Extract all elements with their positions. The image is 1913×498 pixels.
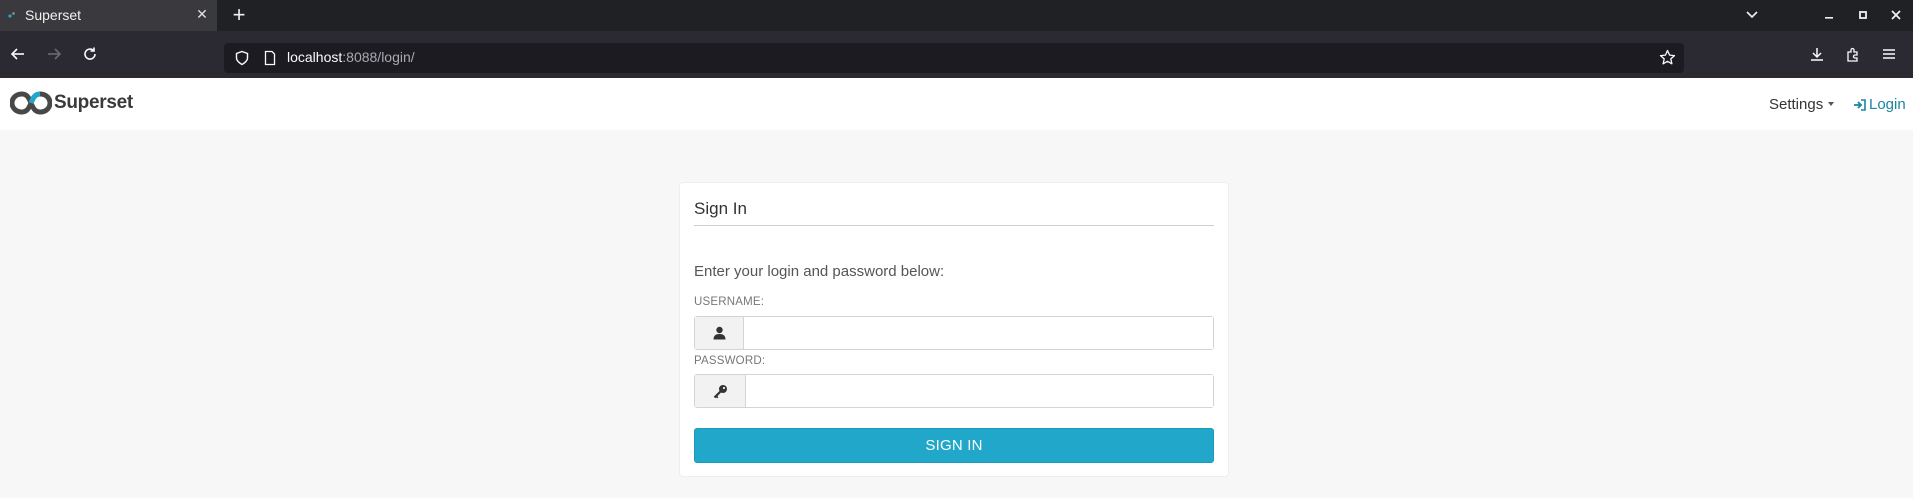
browser-tab-bar: Superset ✕ +	[0, 0, 1913, 31]
extensions-icon[interactable]	[1841, 42, 1865, 66]
bookmark-star-icon[interactable]	[1659, 49, 1676, 66]
caret-down-icon	[1828, 102, 1835, 106]
username-input[interactable]	[744, 317, 1213, 349]
sign-in-icon	[1854, 98, 1866, 111]
username-label: USERNAME:	[694, 296, 765, 308]
page-info-icon[interactable]	[262, 50, 278, 66]
password-label: PASSWORD:	[694, 355, 766, 367]
back-icon[interactable]	[6, 42, 30, 66]
password-input-group	[694, 374, 1214, 408]
key-icon	[713, 384, 727, 398]
new-tab-icon[interactable]: +	[228, 4, 250, 26]
url-host: localhost	[287, 49, 343, 65]
login-label: Login	[1869, 96, 1906, 113]
user-icon	[713, 326, 725, 340]
reload-icon[interactable]	[78, 42, 102, 66]
tracking-protection-shield-icon[interactable]	[234, 50, 250, 66]
list-all-tabs-icon[interactable]	[1745, 8, 1759, 22]
username-addon	[695, 317, 744, 349]
browser-tab[interactable]: Superset ✕	[0, 0, 217, 31]
password-input[interactable]	[746, 375, 1213, 407]
sign-in-button[interactable]: SIGN IN	[694, 428, 1214, 463]
url-text[interactable]: localhost:8088/login/	[287, 49, 415, 65]
address-bar[interactable]	[224, 43, 1684, 73]
settings-dropdown[interactable]: Settings	[1769, 96, 1835, 113]
forward-icon[interactable]	[42, 42, 66, 66]
brand-name[interactable]: Superset	[54, 92, 133, 114]
superset-logo-icon[interactable]	[10, 90, 52, 116]
url-path: :8088/login/	[342, 49, 415, 65]
downloads-icon[interactable]	[1805, 42, 1829, 66]
username-input-group	[694, 316, 1214, 350]
close-tab-icon[interactable]: ✕	[194, 6, 210, 22]
login-link[interactable]: Login	[1853, 96, 1906, 113]
minimize-window-icon[interactable]	[1822, 8, 1836, 22]
app-menu-icon[interactable]	[1877, 42, 1901, 66]
panel-title: Sign In	[694, 199, 747, 218]
superset-favicon-icon	[8, 12, 15, 18]
panel-divider	[694, 225, 1214, 226]
settings-label: Settings	[1769, 96, 1824, 113]
tab-title: Superset	[25, 7, 82, 23]
password-addon	[695, 375, 746, 407]
close-window-icon[interactable]	[1889, 8, 1903, 22]
maximize-window-icon[interactable]	[1856, 8, 1870, 22]
login-instructions: Enter your login and password below:	[694, 263, 945, 280]
app-header	[0, 78, 1913, 130]
